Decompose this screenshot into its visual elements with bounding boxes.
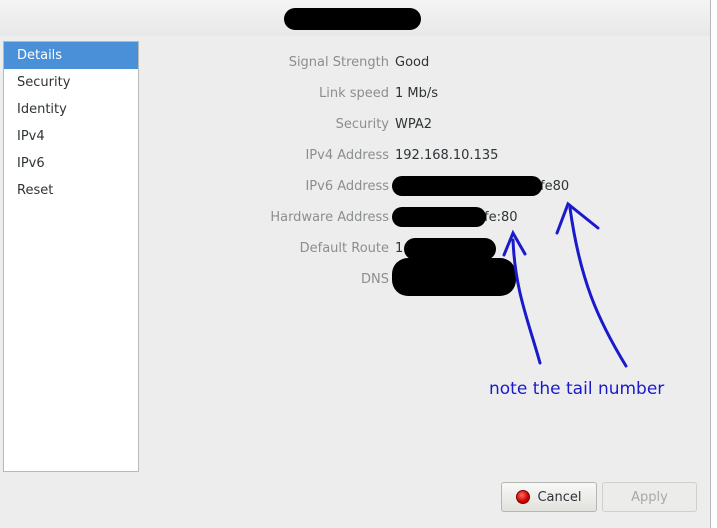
apply-button[interactable]: Apply [602, 482, 697, 512]
background-window-edge [711, 0, 717, 528]
apply-button-label: Apply [631, 489, 668, 505]
arrow-to-ipv6 [568, 206, 628, 368]
connection-details-dialog: Details Security Identity IPv4 IPv6 Rese… [0, 0, 711, 528]
stop-icon [516, 490, 531, 504]
annotation-note: note the tail number [489, 379, 665, 399]
annotation-arrows [502, 201, 628, 368]
cancel-button-label: Cancel [537, 489, 582, 505]
arrow-to-hardware-address [511, 238, 542, 365]
cancel-button[interactable]: Cancel [501, 482, 597, 512]
